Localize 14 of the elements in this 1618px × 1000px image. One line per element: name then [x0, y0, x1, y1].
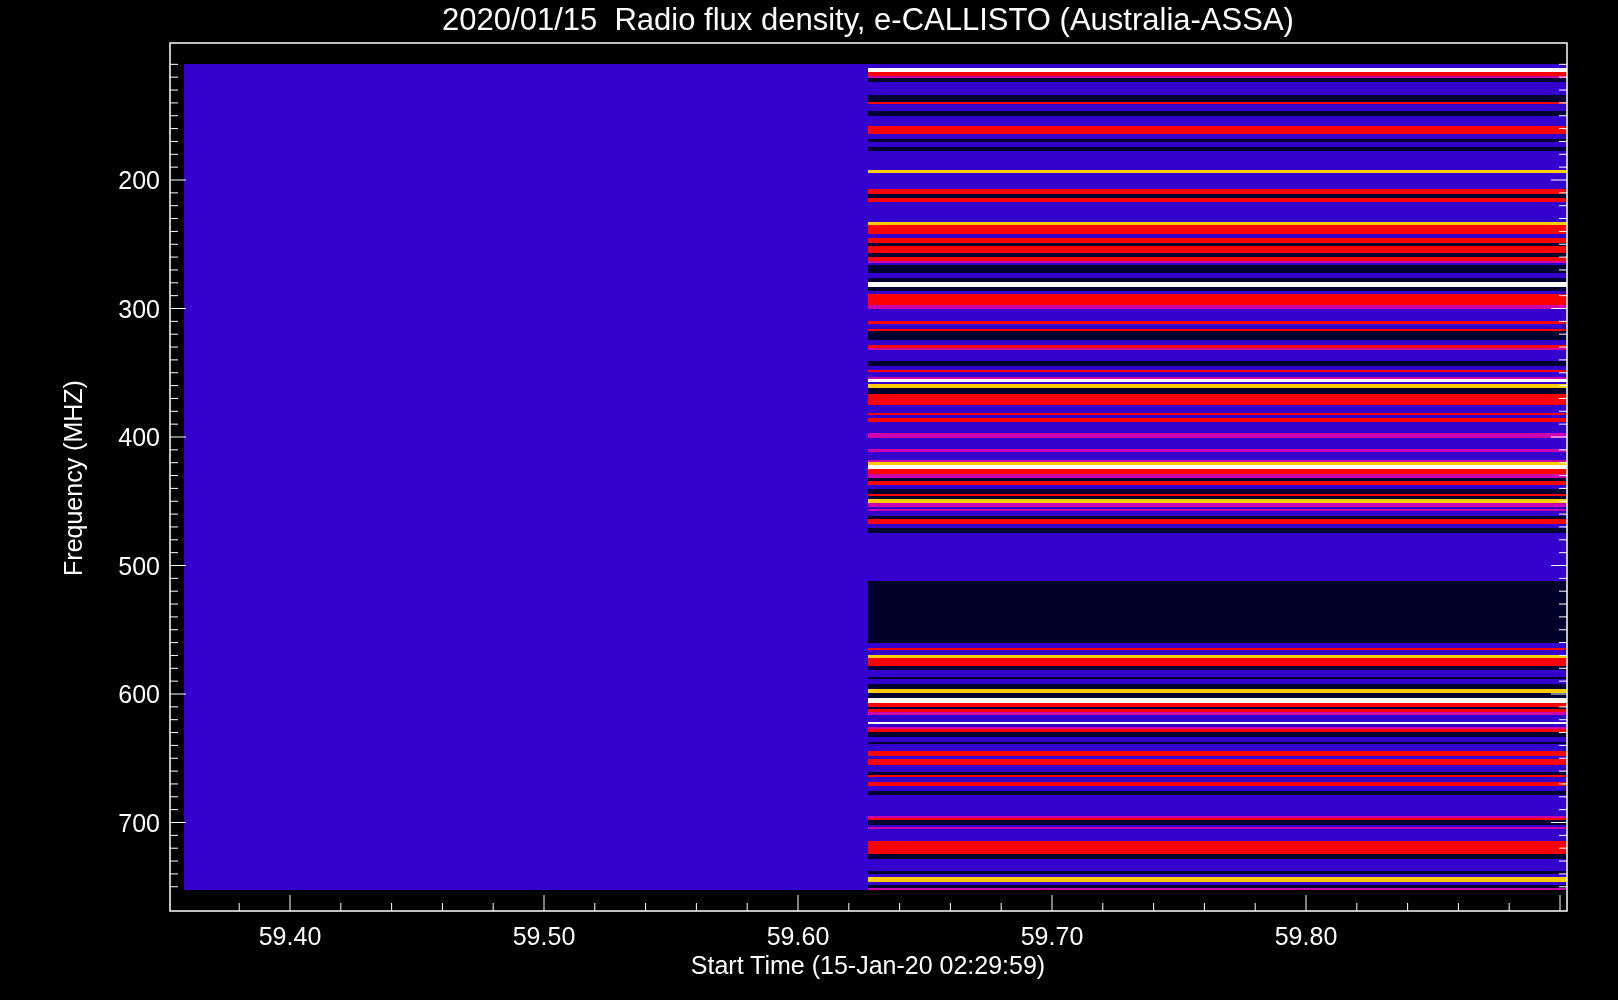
y-tick-label: 500 — [118, 551, 160, 580]
y-tick-label: 700 — [118, 808, 160, 837]
y-tick-label: 400 — [118, 423, 160, 451]
x-axis-label: Start Time (15-Jan-20 02:29:59) — [690, 951, 1046, 979]
y-tick-label: 300 — [118, 294, 160, 323]
y-tick-label: 600 — [118, 680, 160, 708]
y-tick-label: 200 — [118, 166, 160, 194]
x-tick-label: 59.80 — [1274, 922, 1338, 950]
x-tick-label: 59.60 — [766, 922, 830, 950]
chart-title: 2020/01/15 Radio flux density, e-CALLISTO (Australia-ASSA) — [442, 2, 1294, 37]
x-tick-label: 59.50 — [512, 922, 576, 950]
x-tick-label: 59.40 — [258, 922, 322, 950]
x-tick-label: 59.70 — [1020, 922, 1084, 950]
y-axis-label: Frequency (MHZ) — [59, 380, 87, 576]
